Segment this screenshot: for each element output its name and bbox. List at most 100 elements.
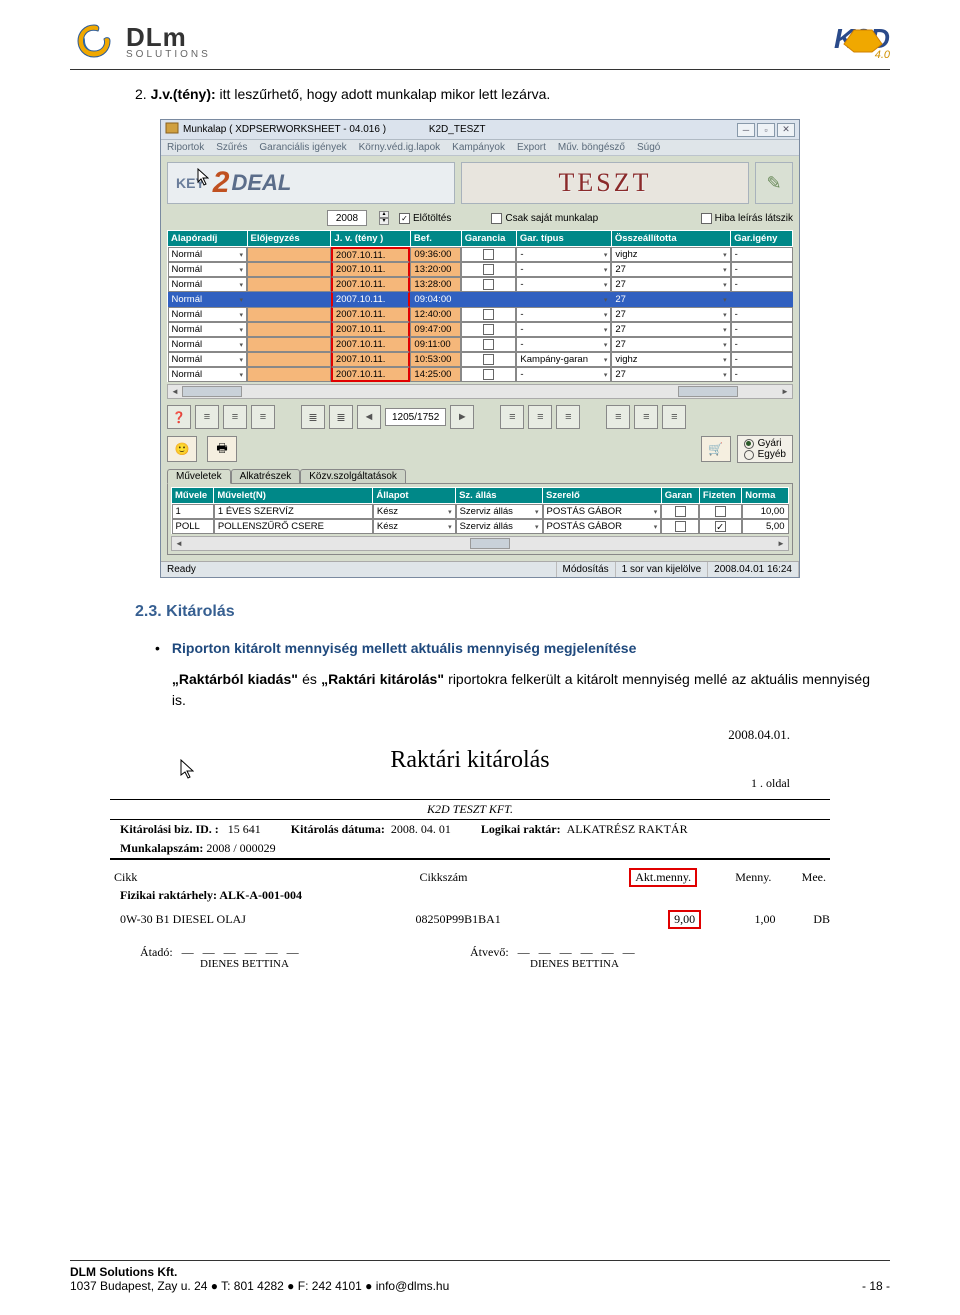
grid-cell-elojegyzes[interactable] — [247, 292, 331, 307]
tool-btn-12[interactable]: ≡ — [662, 405, 686, 429]
dgrid-cell-allapot[interactable]: Kész▾ — [373, 504, 456, 519]
grid-cell-elojegyzes[interactable] — [247, 322, 331, 337]
user-icon-button[interactable]: 🙂 — [167, 436, 197, 462]
year-spinner[interactable]: ▴▾ — [379, 211, 389, 225]
grid-cell-gar-igeny[interactable]: - — [731, 367, 793, 382]
grid-cell-gar-tipus[interactable]: ▾ — [516, 292, 611, 307]
menu-item[interactable]: Riportok — [167, 142, 204, 153]
dgrid-cell-garan[interactable] — [661, 519, 699, 534]
grid-cell-garancia[interactable] — [461, 307, 516, 322]
dgrid-cell-szerelo[interactable]: POSTÁS GÁBOR▾ — [543, 504, 662, 519]
grid-cell-gar-tipus[interactable]: -▾ — [516, 277, 611, 292]
grid-cell-bef[interactable]: 09:04:00 — [410, 292, 461, 307]
close-button[interactable]: ✕ — [777, 123, 795, 137]
grid-cell-elojegyzes[interactable] — [247, 247, 331, 262]
tool-btn-6[interactable]: ≣ — [329, 405, 353, 429]
menu-item[interactable]: Kampányok — [452, 142, 505, 153]
tool-btn-10[interactable]: ≡ — [606, 405, 630, 429]
grid-cell-osszeallitotta[interactable]: 27▾ — [611, 262, 730, 277]
tool-btn-next[interactable]: ► — [450, 405, 474, 429]
grid-cell-osszeallitotta[interactable]: 27▾ — [611, 307, 730, 322]
dcol-allapot[interactable]: Állapot — [373, 488, 456, 504]
grid-cell-bef[interactable]: 09:11:00 — [410, 337, 461, 352]
year-input[interactable]: 2008 — [327, 210, 367, 226]
grid-cell-jv-teny[interactable]: 2007.10.11. — [331, 307, 411, 322]
dgrid-cell-fizeten[interactable] — [699, 504, 741, 519]
dgrid-cell-garan[interactable] — [661, 504, 699, 519]
grid-cell-osszeallitotta[interactable]: 27▾ — [611, 277, 730, 292]
grid-cell-gar-igeny[interactable]: - — [731, 277, 793, 292]
dcol-norma[interactable]: Norma — [742, 488, 789, 504]
grid-cell-gar-tipus[interactable]: -▾ — [516, 367, 611, 382]
grid-cell-gar-tipus[interactable]: -▾ — [516, 337, 611, 352]
grid-cell-osszeallitotta[interactable]: 27▾ — [611, 292, 730, 307]
grid-cell-alaporadij[interactable]: Normál▾ — [168, 307, 248, 322]
grid-cell-garancia[interactable] — [461, 367, 516, 382]
grid-cell-elojegyzes[interactable] — [247, 352, 331, 367]
col-osszeallitotta[interactable]: Összeállította — [611, 231, 730, 247]
grid-cell-jv-teny[interactable]: 2007.10.11. — [331, 367, 411, 382]
dcol-muvelet-n[interactable]: Művelet(N) — [214, 488, 373, 504]
grid-cell-garancia[interactable] — [461, 292, 516, 307]
grid-cell-bef[interactable]: 12:40:00 — [410, 307, 461, 322]
tool-btn-prev[interactable]: ◄ — [357, 405, 381, 429]
dgrid-cell-muvelet-n[interactable]: 1 ÉVES SZERVÍZ — [214, 504, 373, 519]
radio-egyeb[interactable] — [744, 450, 754, 460]
grid-cell-elojegyzes[interactable] — [247, 277, 331, 292]
grid-cell-garancia[interactable] — [461, 262, 516, 277]
grid-cell-bef[interactable]: 09:36:00 — [410, 247, 461, 262]
grid-cell-gar-tipus[interactable]: -▾ — [516, 322, 611, 337]
grid-cell-garancia[interactable] — [461, 322, 516, 337]
grid-cell-bef[interactable]: 13:28:00 — [410, 277, 461, 292]
col-alaporadij[interactable]: Alapóradíj — [168, 231, 248, 247]
col-elojegyzes[interactable]: Előjegyzés — [247, 231, 331, 247]
grid-cell-elojegyzes[interactable] — [247, 337, 331, 352]
col-garancia[interactable]: Garancia — [461, 231, 516, 247]
menu-item[interactable]: Súgó — [637, 142, 660, 153]
grid-cell-osszeallitotta[interactable]: 27▾ — [611, 337, 730, 352]
grid-cell-garancia[interactable] — [461, 337, 516, 352]
grid-cell-gar-tipus[interactable]: -▾ — [516, 247, 611, 262]
print-icon-button[interactable]: 🖶 — [207, 436, 237, 462]
dgrid-cell-muvele[interactable]: POLL — [172, 519, 214, 534]
grid-cell-bef[interactable]: 10:53:00 — [410, 352, 461, 367]
dcol-sz-allas[interactable]: Sz. állás — [456, 488, 543, 504]
grid-cell-bef[interactable]: 13:20:00 — [410, 262, 461, 277]
dcol-garan[interactable]: Garan — [661, 488, 699, 504]
grid-cell-elojegyzes[interactable] — [247, 262, 331, 277]
menu-item[interactable]: Műv. böngésző — [558, 142, 625, 153]
col-gar-igeny[interactable]: Gar.igény — [731, 231, 793, 247]
grid-cell-osszeallitotta[interactable]: 27▾ — [611, 367, 730, 382]
menu-item[interactable]: Export — [517, 142, 546, 153]
grid-cell-gar-tipus[interactable]: Kampány-garan▾ — [516, 352, 611, 367]
menu-item[interactable]: Körny.véd.ig.lapok — [359, 142, 441, 153]
dgrid-cell-szerelo[interactable]: POSTÁS GÁBOR▾ — [543, 519, 662, 534]
grid-cell-garancia[interactable] — [461, 247, 516, 262]
tool-btn-4[interactable]: ≡ — [251, 405, 275, 429]
dcol-muvele[interactable]: Művele — [172, 488, 214, 504]
tool-btn-2[interactable]: ≡ — [195, 405, 219, 429]
grid-cell-gar-tipus[interactable]: -▾ — [516, 262, 611, 277]
grid-cell-gar-igeny[interactable]: - — [731, 352, 793, 367]
dgrid-cell-norma[interactable]: 10,00 — [742, 504, 789, 519]
dgrid-cell-fizeten[interactable]: ✓ — [699, 519, 741, 534]
elotoltes-checkbox[interactable]: ✓ — [399, 213, 410, 224]
dgrid-cell-muvelet-n[interactable]: POLLENSZŰRŐ CSERE — [214, 519, 373, 534]
grid-cell-jv-teny[interactable]: 2007.10.11. — [331, 322, 411, 337]
grid-cell-elojegyzes[interactable] — [247, 307, 331, 322]
grid-cell-alaporadij[interactable]: Normál▾ — [168, 352, 248, 367]
grid-cell-osszeallitotta[interactable]: 27▾ — [611, 322, 730, 337]
dgrid-cell-muvele[interactable]: 1 — [172, 504, 214, 519]
maximize-button[interactable]: ▫ — [757, 123, 775, 137]
tab-kozv[interactable]: Közv.szolgáltatások — [300, 469, 406, 484]
grid-cell-bef[interactable]: 14:25:00 — [410, 367, 461, 382]
grid-cell-jv-teny[interactable]: 2007.10.11. — [331, 352, 411, 367]
grid-cell-alaporadij[interactable]: Normál▾ — [168, 277, 248, 292]
grid-cell-jv-teny[interactable]: 2007.10.11. — [331, 292, 411, 307]
tool-btn-3[interactable]: ≡ — [223, 405, 247, 429]
tool-btn-8[interactable]: ≡ — [528, 405, 552, 429]
grid-cell-alaporadij[interactable]: Normál▾ — [168, 262, 248, 277]
grid-cell-gar-igeny[interactable]: - — [731, 337, 793, 352]
grid-cell-gar-igeny[interactable]: - — [731, 247, 793, 262]
grid-h-scrollbar[interactable]: ◄► — [167, 384, 793, 399]
